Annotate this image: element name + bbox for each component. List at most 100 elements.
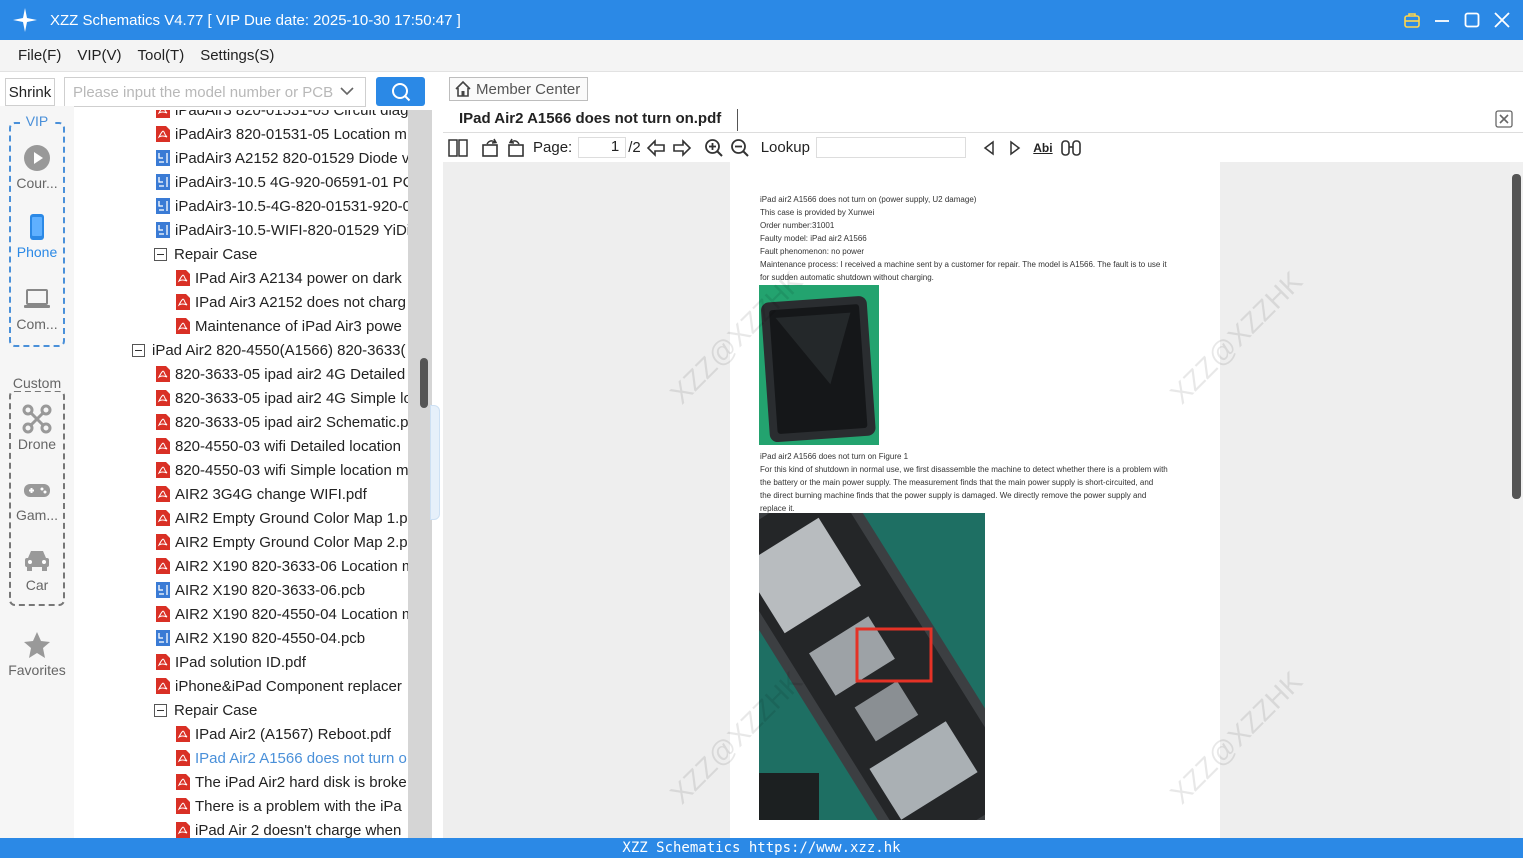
tree-item-label: AIR2 X190 820-3633-06.pcb — [175, 581, 366, 599]
member-center-button[interactable]: Member Center — [449, 77, 588, 101]
menu-vip[interactable]: VIP(V) — [77, 47, 121, 64]
panel-collapse-handle[interactable] — [430, 405, 440, 520]
pdf-page: iPad air2 A1566 does not turn on (power … — [664, 162, 1308, 838]
find-next-icon[interactable] — [1004, 137, 1026, 159]
pdf-file-icon — [156, 438, 175, 454]
tree-file[interactable]: 820-3633-05 ipad air2 Schematic.p — [156, 410, 408, 434]
find-previous-icon[interactable] — [978, 137, 1000, 159]
search-input[interactable]: Please input the model number or PCB — [64, 77, 366, 107]
tree-file[interactable]: 820-4550-03 wifi Detailed location — [156, 434, 408, 458]
match-case-icon[interactable]: Abi — [1030, 137, 1056, 159]
tree-file[interactable]: AIR2 X190 820-4550-04.pcb — [156, 626, 408, 650]
previous-page-icon[interactable] — [645, 137, 667, 159]
rotate-right-icon[interactable] — [505, 137, 527, 159]
tree-file[interactable]: 820-4550-03 wifi Simple location m — [156, 458, 408, 482]
title-bar: XZZ Schematics V4.77 [ VIP Due date: 202… — [0, 0, 1523, 40]
tree-item-label: Repair Case — [174, 245, 258, 263]
tree-file[interactable]: Maintenance of iPad Air3 powe — [176, 314, 408, 338]
rail-drone[interactable]: Drone — [0, 404, 74, 452]
file-tree[interactable]: iPadAir3 820-01531-05 Circuit diag iPadAi… — [74, 110, 408, 838]
rail-courses[interactable]: Cour... — [0, 143, 74, 191]
next-page-icon[interactable] — [671, 137, 693, 159]
shrink-button[interactable]: Shrink — [5, 78, 55, 106]
tree-scrollbar[interactable] — [408, 110, 432, 838]
two-page-view-icon[interactable] — [447, 137, 469, 159]
tree-file[interactable]: IPad Air2 A1566 does not turn o — [176, 746, 408, 770]
rail-computer[interactable]: Com... — [0, 284, 74, 332]
pdf-file-icon — [156, 534, 175, 550]
tree-file[interactable]: iPadAir3-10.5-WIFI-820-01529 YiDi — [156, 218, 408, 242]
viewer-scroll-thumb[interactable] — [1512, 174, 1521, 499]
tree-item-label: The iPad Air2 hard disk is broke — [195, 773, 407, 791]
rail-games[interactable]: Gam... — [0, 475, 74, 523]
close-tab-icon[interactable] — [1495, 110, 1513, 128]
pdf-file-icon — [156, 462, 175, 478]
tree-file[interactable]: iPadAir3 820-01531-05 Circuit diag — [156, 110, 408, 122]
tree-file[interactable]: IPad Air3 A2152 does not charg — [176, 290, 408, 314]
pdf-file-icon — [176, 798, 195, 814]
tree-item-label: AIR2 X190 820-4550-04.pcb — [175, 629, 366, 647]
tree-item-label: iPad Air 2 doesn't charge when — [195, 821, 402, 839]
tree-file[interactable]: AIR2 Empty Ground Color Map 2.p — [156, 530, 408, 554]
tree-file[interactable]: 820-3633-05 ipad air2 4G Detailed — [156, 362, 408, 386]
tree-file[interactable]: iPadAir3-10.5 4G-920-06591-01 PC — [156, 170, 408, 194]
chevron-down-icon[interactable] — [339, 83, 355, 99]
collapse-toggle-icon[interactable] — [132, 343, 145, 357]
pdf-file-icon — [156, 110, 175, 118]
menu-settings[interactable]: Settings(S) — [200, 47, 274, 64]
rotate-left-icon[interactable] — [479, 137, 501, 159]
maximize-icon[interactable] — [1461, 9, 1483, 31]
tree-file[interactable]: IPad Air2 (A1567) Reboot.pdf — [176, 722, 408, 746]
tree-file[interactable]: AIR2 3G4G change WIFI.pdf — [156, 482, 408, 506]
pdf-file-icon — [156, 414, 175, 430]
tree-file[interactable]: AIR2 X190 820-3633-06 Location m — [156, 554, 408, 578]
vip-group-label: VIP — [20, 113, 54, 129]
viewer-scrollbar[interactable] — [1510, 162, 1523, 838]
rail-car[interactable]: Car — [0, 545, 74, 593]
document-tab[interactable]: IPad Air2 A1566 does not turn on.pdf — [443, 106, 1523, 133]
tree-file[interactable]: IPad Air3 A2134 power on dark — [176, 266, 408, 290]
tree-file[interactable]: iPadAir3 A2152 820-01529 Diode v — [156, 146, 408, 170]
close-icon[interactable] — [1491, 9, 1513, 31]
tree-file[interactable]: AIR2 X190 820-3633-06.pcb — [156, 578, 408, 602]
tree-scroll-thumb[interactable] — [420, 358, 428, 408]
document-viewer[interactable]: iPad air2 A1566 does not turn on (power … — [443, 162, 1510, 838]
collapse-toggle-icon[interactable] — [154, 247, 167, 261]
tree-file[interactable]: iPadAir3 820-01531-05 Location m — [156, 122, 408, 146]
zoom-out-icon[interactable] — [729, 137, 751, 159]
pcb-file-icon — [156, 174, 175, 190]
page-number-input[interactable]: 1 — [578, 137, 627, 158]
binoculars-icon[interactable] — [1060, 137, 1082, 159]
tree-file[interactable]: AIR2 X190 820-4550-04 Location m — [156, 602, 408, 626]
tree-folder[interactable]: Repair Case — [154, 242, 408, 266]
rail-favorites[interactable]: Favorites — [0, 630, 74, 678]
tree-file[interactable]: The iPad Air2 hard disk is broke — [176, 770, 408, 794]
doc-text-top: iPad air2 A1566 does not turn on (power … — [760, 195, 1167, 282]
tree-file[interactable]: 820-3633-05 ipad air2 4G Simple lo — [156, 386, 408, 410]
tree-file[interactable]: iPadAir3-10.5-4G-820-01531-920-0 — [156, 194, 408, 218]
zoom-in-icon[interactable] — [703, 137, 725, 159]
rail-phone[interactable]: Phone — [0, 212, 74, 260]
laptop-icon — [24, 289, 50, 308]
tree-item-label: Repair Case — [174, 701, 258, 719]
tab-separator — [737, 109, 738, 131]
gamepad-icon — [24, 484, 50, 497]
tree-file[interactable]: IPad solution ID.pdf — [156, 650, 408, 674]
tree-folder[interactable]: iPad Air2 820-4550(A1566) 820-3633( — [132, 338, 408, 362]
tree-file[interactable]: iPad Air 2 doesn't charge when — [176, 818, 408, 838]
vip-badge-icon[interactable] — [1401, 9, 1423, 31]
tree-item-label: IPad solution ID.pdf — [175, 653, 306, 671]
search-button[interactable] — [376, 77, 425, 106]
tree-item-label: IPad Air2 (A1567) Reboot.pdf — [195, 725, 391, 743]
menu-tool[interactable]: Tool(T) — [138, 47, 185, 64]
minimize-icon[interactable] — [1431, 9, 1453, 31]
tree-file[interactable]: AIR2 Empty Ground Color Map 1.p — [156, 506, 408, 530]
tree-folder[interactable]: Repair Case — [154, 698, 408, 722]
tree-file[interactable]: There is a problem with the iPa — [176, 794, 408, 818]
lookup-input[interactable] — [815, 137, 966, 158]
menu-file[interactable]: File(F) — [18, 47, 61, 64]
tree-file[interactable]: iPhone&iPad Component replacer — [156, 674, 408, 698]
window-title: XZZ Schematics V4.77 [ VIP Due date: 202… — [50, 11, 461, 29]
pcb-file-icon — [156, 582, 175, 598]
collapse-toggle-icon[interactable] — [154, 703, 167, 717]
